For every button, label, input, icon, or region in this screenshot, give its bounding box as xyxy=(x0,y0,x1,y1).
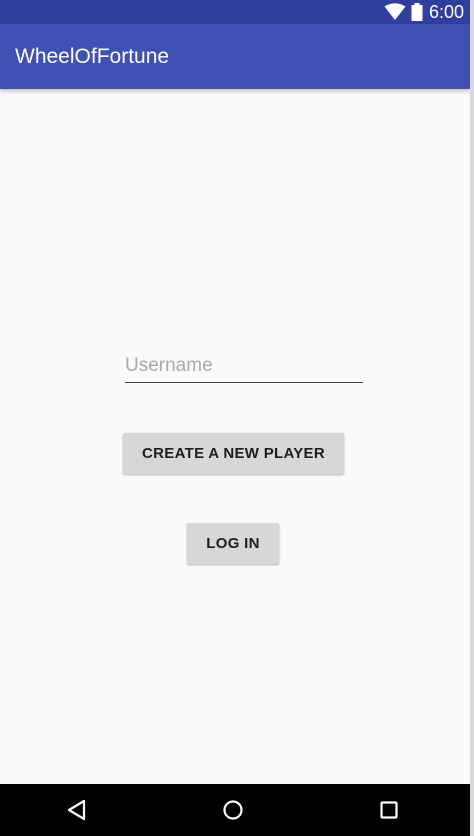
app-screen: 6:00 WheelOfFortune CREATE A NEW PLAYER … xyxy=(0,0,470,836)
battery-icon xyxy=(411,3,423,21)
create-new-player-label: CREATE A NEW PLAYER xyxy=(142,445,325,462)
back-icon[interactable] xyxy=(63,796,91,824)
create-new-player-button[interactable]: CREATE A NEW PLAYER xyxy=(123,433,344,474)
wifi-icon xyxy=(384,3,406,20)
log-in-button[interactable]: LOG IN xyxy=(187,523,279,564)
status-clock: 6:00 xyxy=(428,2,464,22)
recents-icon[interactable] xyxy=(375,796,403,824)
app-bar: WheelOfFortune xyxy=(0,24,470,89)
status-icons: 6:00 xyxy=(384,0,464,24)
log-in-label: LOG IN xyxy=(206,535,260,552)
username-input[interactable] xyxy=(125,350,363,383)
home-icon[interactable] xyxy=(219,796,247,824)
navigation-bar xyxy=(0,784,470,836)
status-bar: 6:00 xyxy=(0,0,470,24)
screen-edge xyxy=(470,0,474,836)
app-title: WheelOfFortune xyxy=(15,45,170,68)
